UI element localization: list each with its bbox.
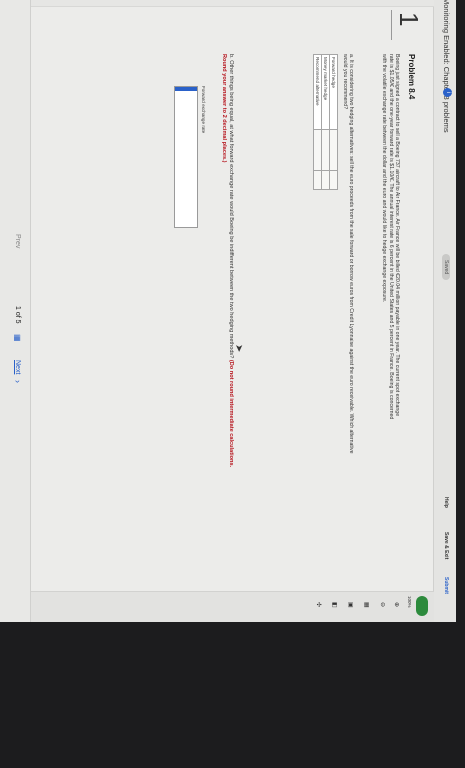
prev-button[interactable]: Prev <box>14 234 21 248</box>
mouse-cursor-icon: ➤ <box>233 344 244 353</box>
row-label: Recommend alternative <box>313 54 322 130</box>
zoom-in-icon[interactable]: ⊕ <box>393 602 400 607</box>
assignment-page: Monitoring Enabled: Chapter 8 problems i… <box>0 0 456 622</box>
next-button[interactable]: Next <box>14 360 21 374</box>
answer-cell[interactable] <box>321 170 330 190</box>
tool-panel: 100% ⊕ ⊖ ▦ ▣ ◧ ✣ <box>24 591 434 622</box>
submit-button[interactable]: Submit <box>443 577 449 594</box>
forward-rate-input[interactable] <box>174 86 198 228</box>
question-divider <box>391 10 392 40</box>
left-sidebar: 2 ints <box>24 0 434 7</box>
saved-status: Saved <box>442 254 450 281</box>
recommend-select[interactable] <box>313 129 322 171</box>
help-button[interactable]: Help <box>443 497 449 508</box>
hedge-table: Forward hedge Money market hedge Recomme… <box>313 54 338 190</box>
table-row: Money market hedge <box>321 54 330 190</box>
zoom-out-icon[interactable]: ⊖ <box>379 602 386 607</box>
row-label: Forward hedge <box>329 54 338 130</box>
zoom-level: 100% <box>407 596 412 608</box>
question-number: 1 <box>394 12 424 27</box>
page-indicator: 1 of 5 <box>14 306 21 324</box>
problem-title: Problem 8.4 <box>407 54 416 100</box>
part-a-text: a. It is considering two hedging alterna… <box>341 54 354 454</box>
save-exit-button[interactable]: Save & Exit <box>443 532 449 559</box>
reference-icon[interactable]: ◧ <box>331 602 338 608</box>
info-icon[interactable]: i <box>443 88 452 97</box>
table-row: Recommend alternative <box>313 54 322 190</box>
answer-cell[interactable] <box>321 129 330 171</box>
chevron-right-icon[interactable]: › <box>13 380 23 383</box>
answer-cell[interactable] <box>329 129 338 171</box>
pagination-bar: Prev 1 of 5 ▦ Next › <box>0 0 31 622</box>
table-row: Forward hedge <box>329 54 338 190</box>
part-b-question: b. Other things being equal, at what for… <box>228 54 234 360</box>
calculator-icon[interactable]: ▦ <box>363 602 370 608</box>
question-grid-icon[interactable]: ▦ <box>13 334 22 342</box>
top-bar: Monitoring Enabled: Chapter 8 problems i… <box>433 0 456 622</box>
answer-cell[interactable] <box>329 170 338 190</box>
print-icon[interactable]: ▣ <box>347 602 354 608</box>
problem-text: Boeing just signed a contract to sell a … <box>381 54 400 420</box>
input-focus-bar <box>175 87 197 91</box>
flag-icon[interactable]: ✣ <box>315 602 322 607</box>
part-b-text: b. Other things being equal, at what for… <box>220 54 234 474</box>
expand-icon[interactable] <box>416 596 428 616</box>
row-label: Money market hedge <box>321 54 330 130</box>
forward-rate-label: Forward exchange rate <box>201 86 206 134</box>
assignment-title: Monitoring Enabled: Chapter 8 problems <box>442 0 451 133</box>
answer-cell[interactable] <box>313 170 322 190</box>
